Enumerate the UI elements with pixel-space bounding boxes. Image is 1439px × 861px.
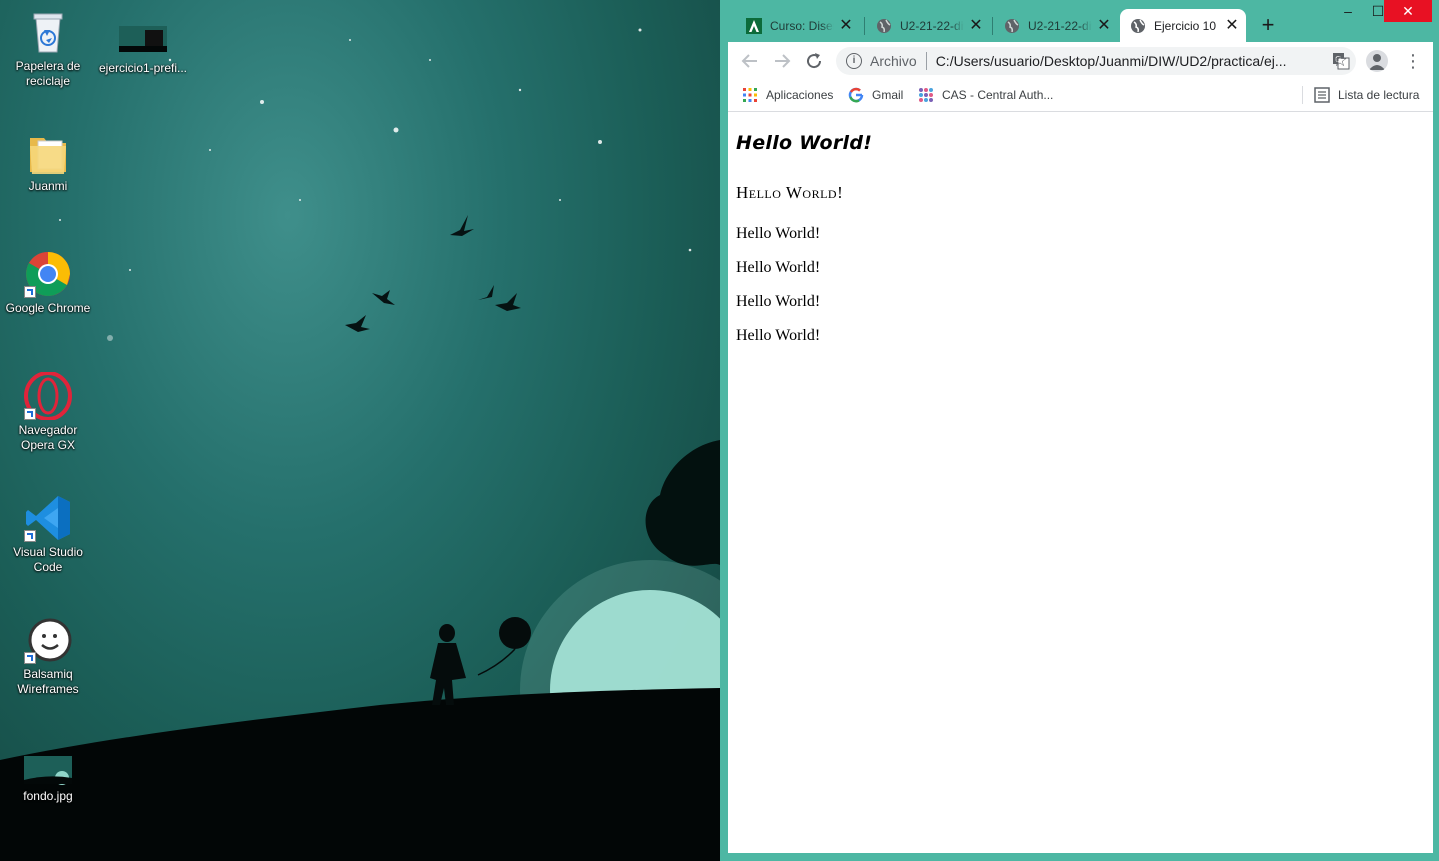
smallcaps-text: Hello World!	[736, 183, 844, 202]
shortcut-arrow-icon	[24, 652, 36, 664]
chrome-icon	[24, 250, 72, 298]
page-content: Hello World! Hello World! Hello World! H…	[728, 112, 1433, 853]
browser-window: Curso: Diseño ✕ U2-21-22-diw ✕ U2-21-22-…	[720, 0, 1439, 861]
image-thumbnail-icon	[119, 18, 167, 58]
bookmark-label: Gmail	[872, 88, 904, 102]
tab-ejercicio-10[interactable]: Ejercicio 10 ✕	[1120, 9, 1246, 42]
back-button[interactable]	[738, 49, 762, 73]
icon-label-line1: Balsamiq	[23, 667, 73, 681]
desktop: Papelera de reciclaje ejercicio1-prefi..…	[0, 0, 720, 861]
address-bar[interactable]: i Archivo C:/Users/usuario/Desktop/Juanm…	[836, 47, 1356, 75]
close-icon[interactable]: ✕	[838, 17, 854, 34]
tab-title: U2-21-22-diw	[900, 18, 964, 33]
balsamiq-icon	[24, 616, 72, 664]
tab-title: U2-21-22-diw	[1028, 18, 1092, 33]
google-g-icon	[848, 87, 864, 103]
tab-curso[interactable]: Curso: Diseño ✕	[736, 9, 860, 42]
icon-label-line1: Visual Studio	[13, 545, 83, 559]
desktop-icon-google-chrome[interactable]: Google Chrome	[0, 250, 96, 316]
desktop-icon-recycle-bin[interactable]: Papelera de reciclaje	[0, 8, 96, 89]
icon-label-line2: Opera GX	[20, 438, 76, 452]
bookmark-cas[interactable]: CAS - Central Auth...	[918, 85, 1053, 105]
folder-icon	[24, 128, 72, 176]
browser-toolbar: i Archivo C:/Users/usuario/Desktop/Juanm…	[728, 42, 1433, 80]
globe-icon	[1131, 18, 1145, 33]
arrow-right-icon	[775, 54, 791, 68]
apps-grid-icon	[743, 88, 757, 102]
desktop-icon-fondo-jpg[interactable]: fondo.jpg	[0, 750, 96, 804]
info-icon[interactable]: i	[846, 53, 862, 69]
tab-separator	[864, 17, 865, 35]
arrow-left-icon	[741, 54, 757, 68]
omnibox-separator	[925, 52, 927, 70]
tab-u2-1[interactable]: U2-21-22-diw ✕	[866, 9, 990, 42]
text-line: Hello World!	[736, 225, 821, 242]
reading-list-icon	[1314, 87, 1330, 103]
close-icon[interactable]: ✕	[1096, 17, 1112, 34]
new-tab-button[interactable]: +	[1256, 14, 1280, 38]
icon-label-line2: reciclaje	[25, 74, 70, 88]
icon-label-line1: ejercicio1-prefi...	[98, 61, 188, 75]
tab-title: Ejercicio 10	[1154, 18, 1217, 33]
desktop-icon-balsamiq[interactable]: Balsamiq Wireframes	[0, 616, 96, 697]
forward-button[interactable]	[770, 49, 794, 73]
moodle-a-icon	[746, 17, 762, 34]
icon-label-line1: Google Chrome	[5, 301, 91, 315]
icon-label-line1: fondo.jpg	[23, 789, 73, 803]
icon-label-line1: Juanmi	[28, 179, 68, 193]
window-close-button[interactable]: ✕	[1384, 0, 1432, 22]
page-heading: Hello World!	[736, 132, 873, 154]
desktop-icon-vscode[interactable]: Visual Studio Code	[0, 494, 96, 575]
bookmark-star-icon[interactable]: ☆	[1328, 49, 1352, 73]
globe-icon	[877, 18, 891, 33]
vscode-icon	[24, 494, 72, 542]
close-icon[interactable]: ✕	[1224, 17, 1240, 34]
recycle-bin-icon	[24, 8, 72, 56]
bookmark-label: Aplicaciones	[766, 88, 834, 102]
bookmark-label: CAS - Central Auth...	[942, 88, 1054, 102]
icon-label-line1: Navegador	[18, 423, 78, 437]
text-line: Hello World!	[736, 259, 821, 276]
tab-strip: Curso: Diseño ✕ U2-21-22-diw ✕ U2-21-22-…	[720, 0, 1439, 42]
icon-label-line1: Papelera de	[15, 59, 81, 73]
bookmarks-bar: Aplicaciones Gmail CAS - Central Auth...	[728, 80, 1433, 112]
tab-title: Curso: Diseño	[770, 18, 834, 33]
globe-icon	[1005, 18, 1019, 33]
profile-avatar-icon[interactable]	[1366, 50, 1388, 72]
shortcut-arrow-icon	[24, 530, 36, 542]
tab-separator	[992, 17, 993, 35]
url-text[interactable]: C:/Users/usuario/Desktop/Juanmi/DIW/UD2/…	[936, 53, 1322, 69]
close-icon[interactable]: ✕	[968, 17, 984, 34]
icon-label-line2: Code	[33, 560, 63, 574]
image-thumbnail-icon	[24, 750, 72, 786]
scheme-label: Archivo	[870, 53, 917, 69]
reading-list-label: Lista de lectura	[1338, 88, 1420, 102]
shortcut-arrow-icon	[24, 408, 36, 420]
bookmark-gmail[interactable]: Gmail	[848, 85, 903, 105]
cas-dots-icon	[919, 88, 933, 102]
text-line: Hello World!	[736, 293, 821, 310]
opera-gx-icon	[24, 371, 72, 421]
desktop-icon-juanmi-folder[interactable]: Juanmi	[0, 128, 96, 194]
desktop-icon-ejercicio1[interactable]: ejercicio1-prefi...	[95, 18, 191, 76]
bookmarks-divider	[1302, 86, 1303, 104]
icon-label-line2: Wireframes	[17, 682, 79, 696]
shortcut-arrow-icon	[24, 286, 36, 298]
bookmark-aplicaciones[interactable]: Aplicaciones	[742, 85, 833, 105]
reload-icon	[807, 53, 822, 69]
desktop-wallpaper	[0, 28, 720, 861]
reload-button[interactable]	[802, 49, 826, 73]
tab-u2-2[interactable]: U2-21-22-diw ✕	[994, 9, 1118, 42]
desktop-icon-opera-gx[interactable]: Navegador Opera GX	[0, 371, 96, 453]
kebab-menu-icon[interactable]: ⋮	[1404, 49, 1422, 73]
text-line: Hello World!	[736, 327, 821, 344]
reading-list-button[interactable]: Lista de lectura	[1314, 85, 1419, 105]
